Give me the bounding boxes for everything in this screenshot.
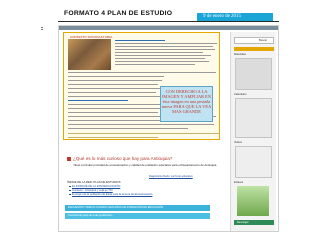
toc-item-label: EL PORQUÉ DE LA ETNOEDUCACIÓN [72,185,121,188]
video-thumbnail[interactable] [235,146,272,178]
callout-note: CON DERECHO A LA IMAGEN Y AMPLIAR EN ést… [160,86,213,122]
sidebar-heading-videos[interactable]: Videos [234,141,242,144]
links-image[interactable] [237,186,269,216]
sidebar-accent-bar [234,47,274,51]
bullet-icon [69,193,71,196]
question-heading: ¿Qué es lo más curioso que hay para Anti… [67,156,172,161]
materials-thumbnail[interactable] [235,58,272,90]
sidebar-heading-links[interactable]: Enlaces [234,181,243,184]
right-sidebar: Buscar Materiales Calendario Videos Enla… [230,32,276,231]
bullet-icon [69,185,71,188]
header-rule [58,21,279,22]
question-text: ¿Qué es lo más curioso que hay para Anti… [73,156,173,161]
toc-item[interactable]: Contexto - Antioquia y cuál es TIO [69,189,113,192]
toc-item[interactable]: EL PORQUÉ DE LA ETNOEDUCACIÓN [69,185,120,188]
date-bar: 9 de enero de 2015 [197,13,273,21]
document-title: FORMATO 4 PLAN DE ESTUDIO [64,10,173,17]
embedded-screenshot: CONTEXTO SOCIOCULTURAL CON DERECHO A LA … [58,25,279,232]
margin-mark [41,27,49,30]
cultural-photo [68,39,111,70]
search-label: Buscar [259,39,268,42]
bullet-icon [69,189,71,192]
main-content: CONTEXTO SOCIOCULTURAL CON DERECHO A LA … [61,32,228,231]
diagnostic-link[interactable]: Diagnóstico Nodo: currículo educativo [149,175,193,178]
download-button[interactable]: Descargar [234,220,274,225]
toc-item[interactable]: El origen de la población de Etnia para … [69,193,152,196]
browser-top-bar [59,26,278,30]
videos-band[interactable]: ENCUENTRO VIDEOS CUANDO CIEN AÑOS DE FOR… [65,205,210,211]
toc-item-label: El origen de la población de Etnia para … [72,193,153,196]
bullet-icon [67,156,71,161]
calendar-widget[interactable] [235,98,272,138]
sidebar-heading-materials[interactable]: Materiales [234,53,246,56]
toc-heading: ÍNDICE DE LA RED: PLAN DE ESTUDIOS [67,180,121,184]
search-input[interactable]: Buscar [234,37,274,44]
toc-item-label: Contexto - Antioquia y cuál es TIO [72,189,113,192]
sidebar-heading-calendar[interactable]: Calendario [234,93,247,96]
production-band[interactable]: Conociendo parte de unas producción... [65,213,210,219]
subheading: Nivel curricular prioridad de etnoeducac… [73,163,217,167]
